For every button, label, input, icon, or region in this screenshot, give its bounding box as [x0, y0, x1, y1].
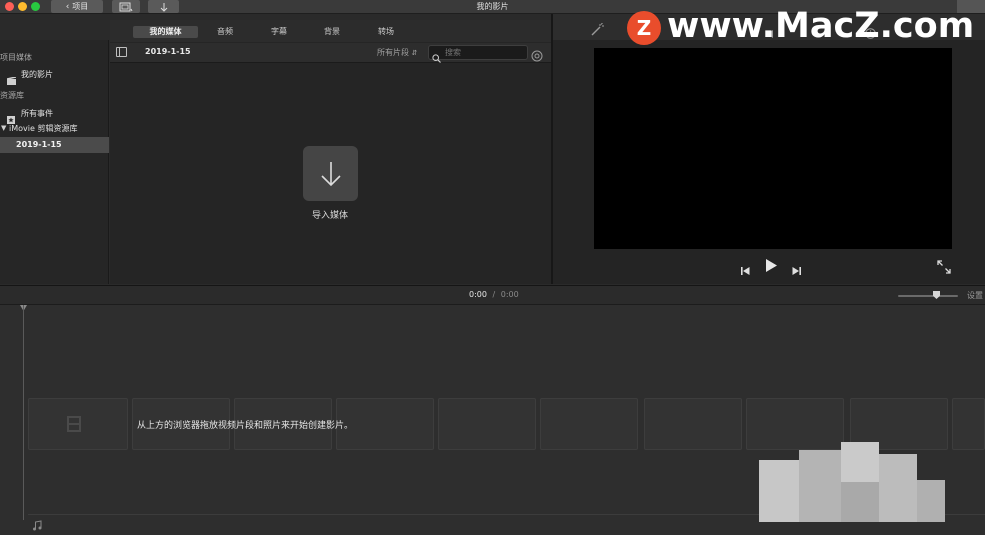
magic-wand-icon[interactable]: [590, 22, 604, 36]
import-media-label: 导入媒体: [311, 211, 348, 221]
watermark-logo: Z: [627, 11, 661, 45]
chevron-left-icon: ‹: [65, 1, 70, 12]
timecode: 0:00 / 0:00: [469, 290, 519, 299]
back-button-label: 项目: [72, 2, 89, 11]
clip-filter-label: 所有片段: [377, 48, 409, 57]
library-header: 资源库: [0, 91, 24, 100]
gear-icon[interactable]: [531, 47, 543, 62]
sidebar-item-my-movie[interactable]: 我的影片: [21, 69, 53, 80]
search-icon: [432, 48, 441, 63]
playhead-line: [23, 305, 24, 520]
search-input[interactable]: [428, 45, 528, 60]
tab-transitions[interactable]: 转场: [367, 26, 405, 38]
back-to-projects-button[interactable]: ‹ 项目: [51, 0, 103, 13]
tab-audio[interactable]: 音频: [206, 26, 244, 38]
time-separator: /: [492, 290, 496, 299]
timeline-settings-button[interactable]: 设置: [967, 290, 983, 301]
zoom-slider[interactable]: [898, 295, 958, 297]
arrow-down-icon: [160, 2, 167, 12]
placeholder-clip-slot: [540, 398, 638, 450]
placeholder-clip-slot: [438, 398, 536, 450]
star-icon: [7, 109, 15, 124]
sidebar-item-event-label: 2019-1-15: [16, 140, 62, 149]
placeholder-clip-slot: [952, 398, 985, 450]
film-icon: [119, 2, 133, 11]
tab-titles[interactable]: 字幕: [260, 26, 298, 38]
media-import-button[interactable]: [112, 0, 140, 13]
timeline-hint: 从上方的浏览器拖放视频片段和照片来开始创建影片。: [137, 421, 354, 431]
close-window-button[interactable]: [5, 2, 14, 11]
tab-my-media[interactable]: 我的媒体: [133, 26, 198, 38]
project-media-header: 项目媒体: [0, 53, 32, 62]
current-time: 0:00: [469, 290, 487, 299]
download-arrow-icon: [320, 161, 341, 186]
clip-filter-select[interactable]: 所有片段 ⇵: [377, 47, 417, 58]
toggle-sidebar-icon[interactable]: [116, 47, 127, 57]
watermark-text: www.MacZ.com: [667, 6, 975, 46]
tab-backgrounds[interactable]: 背景: [313, 26, 351, 38]
minimize-window-button[interactable]: [18, 2, 27, 11]
disclosure-triangle-icon[interactable]: ▼: [1, 124, 6, 132]
updown-chevron-icon: ⇵: [411, 49, 418, 57]
sidebar-item-library[interactable]: iMovie 剪辑资源库: [9, 123, 77, 134]
event-title: 2019-1-15: [145, 47, 191, 56]
fullscreen-icon[interactable]: [937, 259, 951, 274]
film-strip-icon: [67, 416, 81, 432]
library-sidebar: [0, 40, 109, 284]
skip-back-icon[interactable]: [740, 261, 751, 275]
window-title: 我的影片: [476, 2, 509, 11]
placeholder-clip-slot: [644, 398, 742, 450]
skip-forward-icon[interactable]: [791, 261, 802, 275]
sidebar-item-all-events[interactable]: 所有事件: [21, 108, 53, 119]
video-preview[interactable]: [594, 48, 952, 249]
zoom-window-button[interactable]: [31, 2, 40, 11]
import-arrow-button[interactable]: [148, 0, 179, 13]
import-media-button[interactable]: [303, 146, 358, 201]
clapper-icon: [6, 70, 17, 85]
mosaic-block: [759, 442, 945, 522]
play-icon[interactable]: [764, 258, 778, 273]
music-note-icon: [32, 516, 42, 531]
total-time: 0:00: [500, 290, 519, 299]
